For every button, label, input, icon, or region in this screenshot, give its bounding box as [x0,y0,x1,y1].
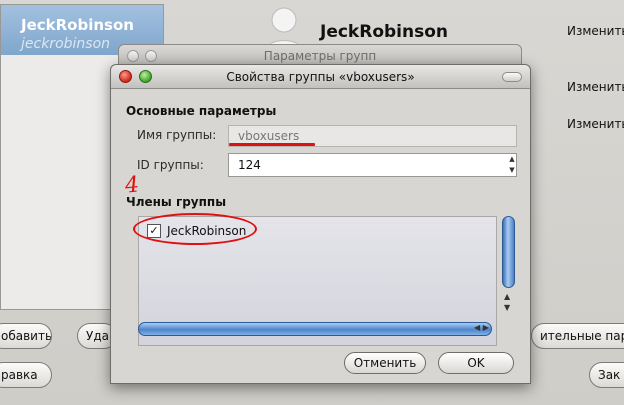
delete-user-button-label: Уда [86,329,109,343]
dialog-titlebar[interactable]: Свойства группы «vboxusers» [111,65,530,89]
dialog-title: Свойства группы «vboxusers» [226,70,415,84]
ok-button[interactable]: OK [438,352,514,374]
user-header-name: JeckRobinson [320,22,449,42]
basic-settings-heading: Основные параметры [126,104,277,118]
change-groups-link[interactable]: Изменить [567,117,624,131]
group-name-label: Имя группы: [137,128,217,142]
user-list-item-login: jeckrobinson [21,36,111,52]
vertical-scrollbar-thumb[interactable] [502,216,515,288]
close-window-button-label: Зак [598,368,621,382]
scroll-up-icon[interactable]: ▲ [504,292,510,301]
group-members-heading: Члены группы [126,195,227,209]
change-type-link[interactable]: Изменить [567,80,624,94]
add-user-button[interactable]: обавить [0,323,52,349]
horizontal-scrollbar[interactable] [138,322,492,336]
advanced-settings-button[interactable]: ительные пара [531,323,624,349]
chevron-down-icon[interactable]: ▼ [507,165,517,176]
annotation-circle [133,213,257,245]
scroll-down-icon[interactable]: ▼ [504,303,510,312]
cancel-button[interactable]: Отменить [344,352,426,374]
user-list-item-name: JeckRobinson [21,16,134,34]
chevron-up-icon[interactable]: ▲ [507,154,517,165]
group-settings-title: Параметры групп [263,49,377,63]
group-properties-dialog: Свойства группы «vboxusers» Основные пар… [110,64,531,384]
add-user-button-label: обавить [1,329,52,343]
group-id-stepper[interactable]: ▲ ▼ [507,154,517,176]
close-window-button[interactable]: Зак [589,362,624,388]
scroll-left-right-icon[interactable]: ◀ ▶ [474,323,489,332]
vertical-scrollbar[interactable]: ▲ ▼ [500,216,517,316]
advanced-settings-button-label: ительные пара [540,329,624,343]
annotation-underline [229,143,315,146]
group-id-field[interactable]: 124 [228,153,517,177]
change-password-link[interactable]: Изменить [567,24,624,38]
group-id-label: ID группы: [137,158,204,172]
help-button-label: равка [1,368,38,382]
shade-icon[interactable] [502,72,522,82]
help-button[interactable]: равка [0,362,52,388]
